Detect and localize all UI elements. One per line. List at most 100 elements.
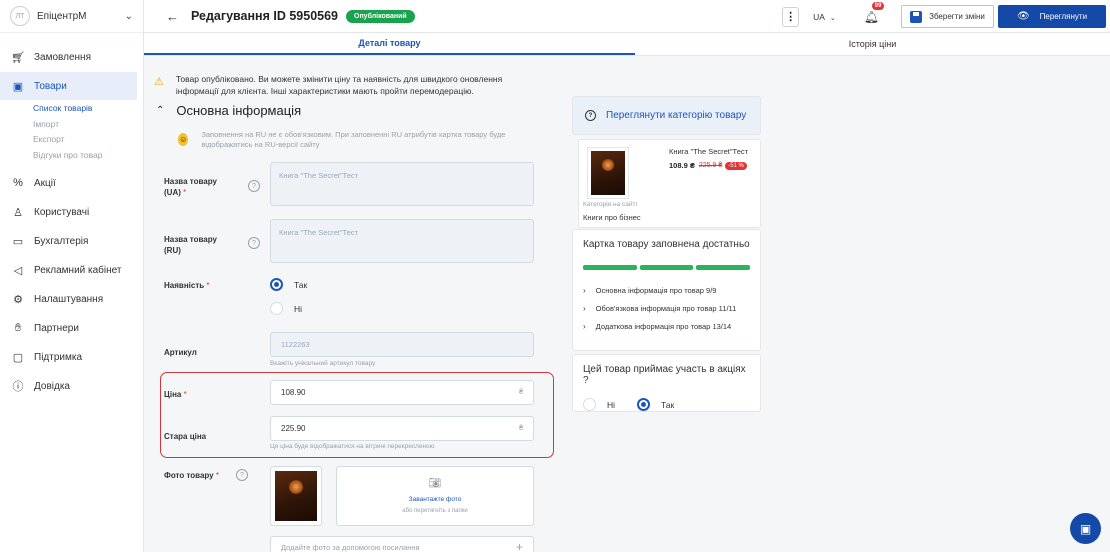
photo-label-text: Фото товару (164, 471, 214, 480)
more-menu-icon[interactable]: ⋮ (782, 6, 800, 27)
name-ua-field[interactable]: Книга "The Secret"Тест (270, 162, 534, 206)
bell-icon[interactable]: 🔔︎ 99 (864, 1, 885, 24)
question-icon: ? (585, 110, 596, 121)
radio-label: Ні (294, 303, 303, 314)
header-actions: ⋮ UA ⌄ 🔔︎ 99 Зберегти зміни 👁︎ Переглянути (782, 0, 1110, 33)
preview-prices: 108.9 ₴ 225.9 ₴ -51 % (669, 161, 747, 170)
sidebar-item-accounting[interactable]: ▭ Бухгалтерія (0, 227, 143, 255)
url-placeholder: Додайте фото за допомогою посилання (281, 542, 420, 552)
sidebar-item-partners[interactable]: ✋︎ Партнери (0, 314, 143, 342)
preview-price: 108.9 ₴ (669, 161, 695, 170)
name-ua-label-text: Назва товару (UA) (164, 177, 217, 197)
help-icon[interactable]: ? (248, 180, 260, 192)
completeness-item-label: Обов'язкова інформація про товар 11/11 (595, 304, 737, 313)
price-value: 108.90 (281, 388, 306, 397)
chat-icon: ▣ (1079, 521, 1092, 536)
main-content: ⚠ Товар опубліковано. Ви можете змінити … (144, 56, 1110, 552)
radio-label: Ні (607, 399, 616, 410)
sku-field[interactable]: 1122263 (270, 332, 534, 357)
sidebar-item-settings[interactable]: ⚙ Налаштування (0, 285, 143, 313)
completeness-item[interactable]: › Додаткова інформація про товар 13/14 (583, 322, 750, 332)
required-mark: * (215, 471, 219, 480)
chevron-right-icon: › (583, 286, 586, 295)
view-category-button[interactable]: ? Переглянути категорію товару (572, 96, 761, 135)
category-value: Книги про бізнес (583, 213, 641, 222)
price-label-text: Ціна (164, 390, 182, 399)
completeness-item[interactable]: › Основна інформація про товар 9/9 (583, 286, 750, 296)
preview-product-name: Книга "The Secret"Тест (669, 147, 749, 156)
sidebar-item-promotions[interactable]: % Акції (0, 169, 143, 197)
section-header[interactable]: ⌃ Основна інформація (156, 103, 301, 118)
tab-product-details[interactable]: Деталі товару (144, 33, 635, 55)
completeness-item[interactable]: › Обов'язкова інформація про товар 11/11 (583, 304, 750, 314)
ru-hint: ☺ Заповнення на RU не є обов'язковим. Пр… (178, 130, 538, 150)
old-price-label: Стара ціна (164, 432, 207, 441)
chat-fab-button[interactable]: ▣ (1070, 513, 1101, 544)
photo-upload-dropzone[interactable]: 📷︎ Завантажте фото або перетягніть з пап… (336, 466, 534, 526)
subnav-reviews[interactable]: Відгуки про товар (33, 148, 143, 164)
sidebar-item-products[interactable]: ▣ Товари (0, 72, 137, 100)
availability-label-text: Наявність (164, 281, 205, 290)
chevron-right-icon: › (583, 304, 586, 313)
promo-options: Ні Так (583, 396, 750, 416)
completeness-item-label: Основна інформація про товар 9/9 (595, 286, 717, 295)
subnav-export[interactable]: Експорт (33, 132, 143, 148)
view-button[interactable]: 👁︎ Переглянути (998, 5, 1106, 28)
view-category-label: Переглянути категорію товару (606, 110, 747, 121)
book-cover-image (275, 471, 317, 521)
status-badge: Опублікований (346, 9, 415, 23)
sidebar-item-label: Замовлення (34, 51, 91, 63)
discount-badge: -51 % (725, 161, 747, 170)
availability-no-radio[interactable]: Ні (270, 302, 302, 315)
page-title: Редагування ID 5950569 (191, 9, 338, 23)
promo-no-radio[interactable]: Ні (583, 398, 615, 411)
tab-bar: Деталі товару Історія ціни (144, 33, 1110, 56)
name-ru-field[interactable]: Книга "The Secret"Тест (270, 219, 534, 263)
old-price-input[interactable]: 225.90 ₴ (270, 416, 534, 441)
name-ua-label: Назва товару (UA) * (164, 176, 234, 198)
chevron-down-icon: ⌄ (829, 14, 836, 22)
chevron-up-icon[interactable]: ⌃ (156, 105, 164, 116)
save-icon (910, 10, 923, 23)
chevron-right-icon: › (583, 322, 586, 331)
brand-switcher[interactable]: ЛТ ЕпіцентрМ ⌄ (0, 0, 143, 33)
availability-label: Наявність * (164, 280, 210, 291)
tab-price-history[interactable]: Історія ціни (635, 33, 1110, 55)
sidebar-item-support[interactable]: ▢ Підтримка (0, 343, 143, 371)
photo-url-input[interactable]: Додайте фото за допомогою посилання + (270, 536, 534, 552)
back-arrow-icon[interactable]: ← (166, 9, 179, 24)
sidebar-item-label: Акції (34, 177, 56, 189)
handshake-icon: ✋︎ (14, 321, 22, 334)
availability-yes-radio[interactable]: Так (270, 278, 307, 291)
subnav-import[interactable]: Імпорт (33, 117, 143, 133)
product-thumbnail (587, 147, 629, 199)
sidebar-item-orders[interactable]: 🛒︎ Замовлення (0, 43, 143, 71)
sidebar-item-label: Налаштування (34, 293, 104, 305)
radio-unchecked (270, 302, 283, 315)
product-photo[interactable] (270, 466, 322, 526)
products-subnav: Список товарів Імпорт Експорт Відгуки пр… (0, 101, 143, 163)
sidebar-item-users[interactable]: ♙ Користувачі (0, 198, 143, 226)
subnav-product-list[interactable]: Список товарів (33, 101, 143, 117)
box-icon: ▣ (12, 80, 24, 93)
promo-yes-radio[interactable]: Так (637, 398, 674, 411)
help-icon[interactable]: ? (248, 237, 260, 249)
help-icon: ⓘ (12, 381, 24, 393)
gear-icon: ⚙ (13, 293, 23, 306)
help-icon[interactable]: ? (236, 469, 248, 481)
plus-icon[interactable]: + (516, 540, 523, 552)
megaphone-icon: ◁ (13, 264, 23, 277)
publish-notice: ⚠ Товар опубліковано. Ви можете змінити … (154, 73, 534, 97)
save-button[interactable]: Зберегти зміни (901, 5, 994, 28)
sidebar-item-ads[interactable]: ◁ Рекламний кабінет (0, 256, 143, 284)
upload-link[interactable]: Завантажте фото (409, 496, 462, 503)
price-input[interactable]: 108.90 ₴ (270, 380, 534, 405)
wallet-icon: ▭ (12, 235, 24, 248)
currency-icon: ₴ (519, 425, 523, 432)
photo-label: Фото товару * (164, 470, 219, 481)
sidebar-item-help[interactable]: ⓘ Довідка (0, 372, 143, 400)
section-title: Основна інформація (176, 103, 302, 118)
sidebar-item-label: Користувачі (34, 206, 90, 218)
language-selector[interactable]: UA ⌄ (813, 12, 836, 22)
chevron-down-icon[interactable]: ⌄ (125, 11, 133, 22)
